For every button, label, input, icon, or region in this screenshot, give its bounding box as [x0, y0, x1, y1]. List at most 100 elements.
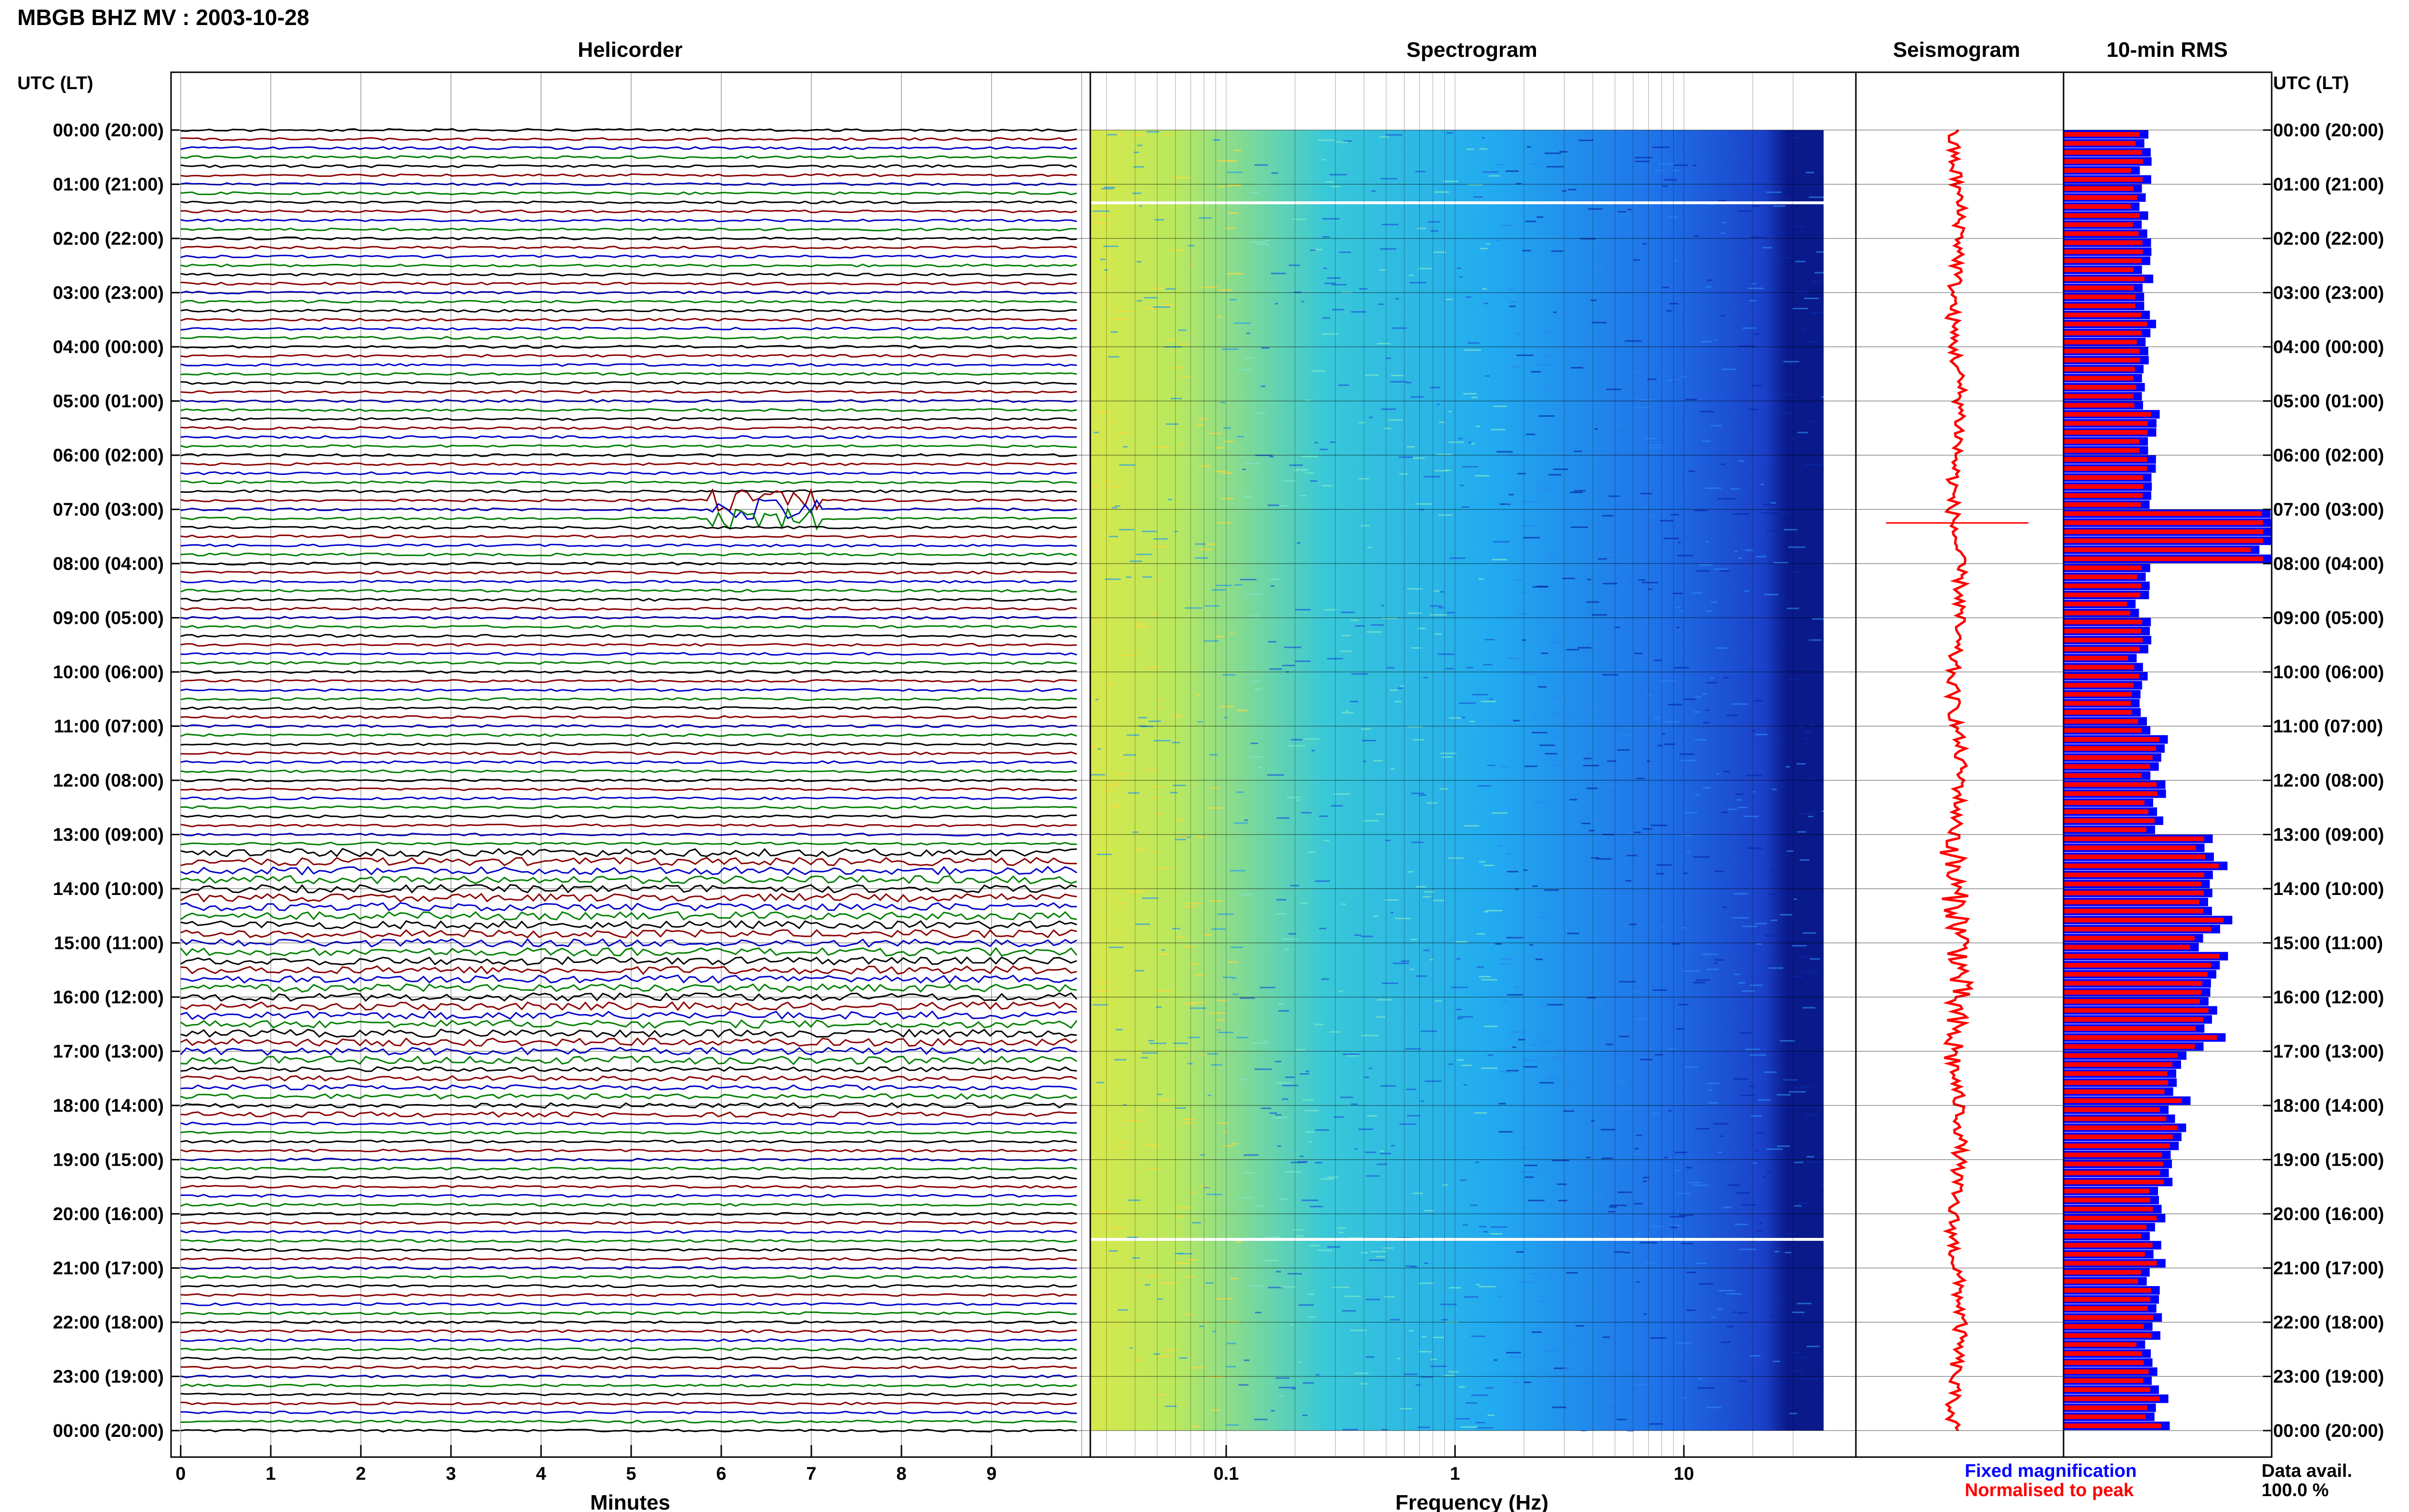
data-gap	[1090, 1238, 1824, 1241]
trace-line	[180, 751, 1077, 755]
time-tick-labels-right: 00:00 (20:00) 01:00 (21:00) 02:00 (22:00) 0…	[2263, 120, 2384, 1441]
rms-bar-normalised	[2064, 827, 2146, 832]
trace-line	[180, 796, 1077, 801]
rms-bar-normalised	[2064, 782, 2157, 787]
rms-bar-normalised	[2064, 231, 2139, 236]
trace-line	[180, 1293, 1077, 1297]
rms-bar-normalised	[2064, 981, 2202, 986]
trace-line	[180, 317, 1077, 322]
trace-line	[180, 435, 1077, 439]
rms-bar-normalised	[2064, 529, 2263, 534]
time-tick-label: 02:00 (22:00)	[53, 229, 164, 249]
minute-tick-label: 9	[986, 1464, 996, 1484]
rms-bar-normalised	[2064, 999, 2200, 1004]
rms-bar-normalised	[2064, 394, 2133, 399]
rms-bar-normalised	[2064, 1125, 2178, 1131]
rms-bar-normalised	[2064, 1297, 2151, 1302]
trace-line	[180, 760, 1077, 764]
rms-bar-normalised	[2064, 1378, 2144, 1383]
rms-bar-normalised	[2064, 1333, 2152, 1338]
trace-line	[180, 281, 1077, 286]
trace-line	[180, 164, 1077, 169]
trace-line	[180, 471, 1077, 475]
trace-line	[180, 1221, 1077, 1225]
time-tick-label: 08:00 (04:00)	[2273, 554, 2384, 574]
trace-line	[180, 1055, 1077, 1065]
rms-bar-normalised	[2064, 872, 2204, 878]
rms-bar-normalised	[2064, 954, 2220, 959]
legend-normalised: Normalised to peak	[1965, 1480, 2134, 1500]
rms-bar-normalised	[2064, 367, 2135, 372]
trace-line	[180, 308, 1077, 313]
rms-bar-normalised	[2064, 177, 2143, 182]
rms-bar-normalised	[2064, 520, 2263, 525]
rms-bar-normalised	[2064, 493, 2143, 498]
legend-fixed: Fixed magnification	[1965, 1461, 2137, 1481]
trace-line	[180, 534, 1077, 539]
rms-bar-normalised	[2064, 638, 2143, 643]
trace-line	[180, 625, 1077, 629]
trace-line	[180, 742, 1077, 746]
minute-tick-label: 8	[896, 1464, 906, 1484]
trace-line	[180, 733, 1077, 737]
trace-line	[181, 137, 1077, 141]
trace-line	[180, 1194, 1077, 1198]
trace-line	[180, 254, 1077, 259]
minute-tick-labels: 0 1 2 3 4 5 6 7 8 9	[175, 1445, 997, 1484]
rms-bar-normalised	[2064, 701, 2131, 706]
time-tick-label: 12:00 (08:00)	[2273, 771, 2384, 791]
rms-bar-normalised	[2064, 1080, 2168, 1085]
rms-bar-normalised	[2064, 258, 2142, 263]
minute-tick-label: 4	[536, 1464, 546, 1484]
rms-bar-normalised	[2064, 340, 2137, 344]
trace-line	[180, 462, 1077, 466]
trace-line	[180, 1175, 1077, 1180]
rms-bar-normalised	[2064, 511, 2262, 516]
rms-bar-normalised	[2064, 773, 2142, 778]
rms-bar-normalised	[2064, 276, 2145, 281]
trace-line	[180, 769, 1077, 774]
trace-line	[181, 652, 1077, 656]
trace-line	[180, 381, 1077, 385]
trace-line	[180, 856, 1077, 867]
trace-line	[181, 480, 1077, 485]
frequency-axis-label: Frequency (Hz)	[1395, 1491, 1549, 1512]
rms-bar-normalised	[2064, 1188, 2150, 1194]
trace-line	[180, 1066, 1077, 1073]
trace-line	[180, 1311, 1077, 1315]
rms-bar-normalised	[2064, 502, 2141, 507]
trace-line	[180, 1239, 1077, 1243]
rms-bar-normalised	[2064, 313, 2142, 317]
rms-bar-normalised	[2064, 728, 2142, 733]
rms-bar-normalised	[2064, 1044, 2195, 1049]
trace-line	[180, 1167, 1077, 1171]
trace-line	[180, 1028, 1077, 1038]
minute-tick-label: 0	[175, 1464, 185, 1484]
rms-bar-normalised	[2064, 899, 2199, 905]
data-gap	[1090, 201, 1824, 204]
rms-bar-normalised	[2064, 294, 2136, 300]
minute-tick-label: 7	[806, 1464, 816, 1484]
rms-bar-normalised	[2064, 222, 2133, 227]
rms-bar-normalised	[2064, 1324, 2144, 1329]
rms-bar-normalised	[2064, 1234, 2142, 1239]
minute-tick-label: 6	[716, 1464, 726, 1484]
time-tick-label: 05:00 (01:00)	[53, 392, 164, 412]
trace-line	[180, 866, 1077, 876]
rms-bar-normalised	[2064, 1405, 2147, 1410]
time-tick-label: 14:00 (10:00)	[2273, 879, 2384, 899]
rms-bar-normalised	[2064, 935, 2195, 941]
trace-line	[180, 200, 1077, 204]
rms-bar-normalised	[2064, 963, 2211, 968]
rms-bar-normalised	[2064, 1252, 2145, 1257]
time-tick-label: 08:00 (04:00)	[53, 554, 164, 574]
trace-line	[180, 697, 1077, 701]
utc-label-left: UTC (LT)	[17, 73, 93, 93]
trace-line	[180, 218, 1077, 223]
minutes-axis-label: Minutes	[590, 1491, 670, 1512]
rms-bar-normalised	[2064, 683, 2134, 688]
time-tick-label: 18:00 (14:00)	[53, 1096, 164, 1116]
rms-bar-normalised	[2064, 1261, 2157, 1266]
rms-bar-normalised	[2064, 195, 2137, 200]
rms-bar-normalised	[2064, 412, 2151, 417]
